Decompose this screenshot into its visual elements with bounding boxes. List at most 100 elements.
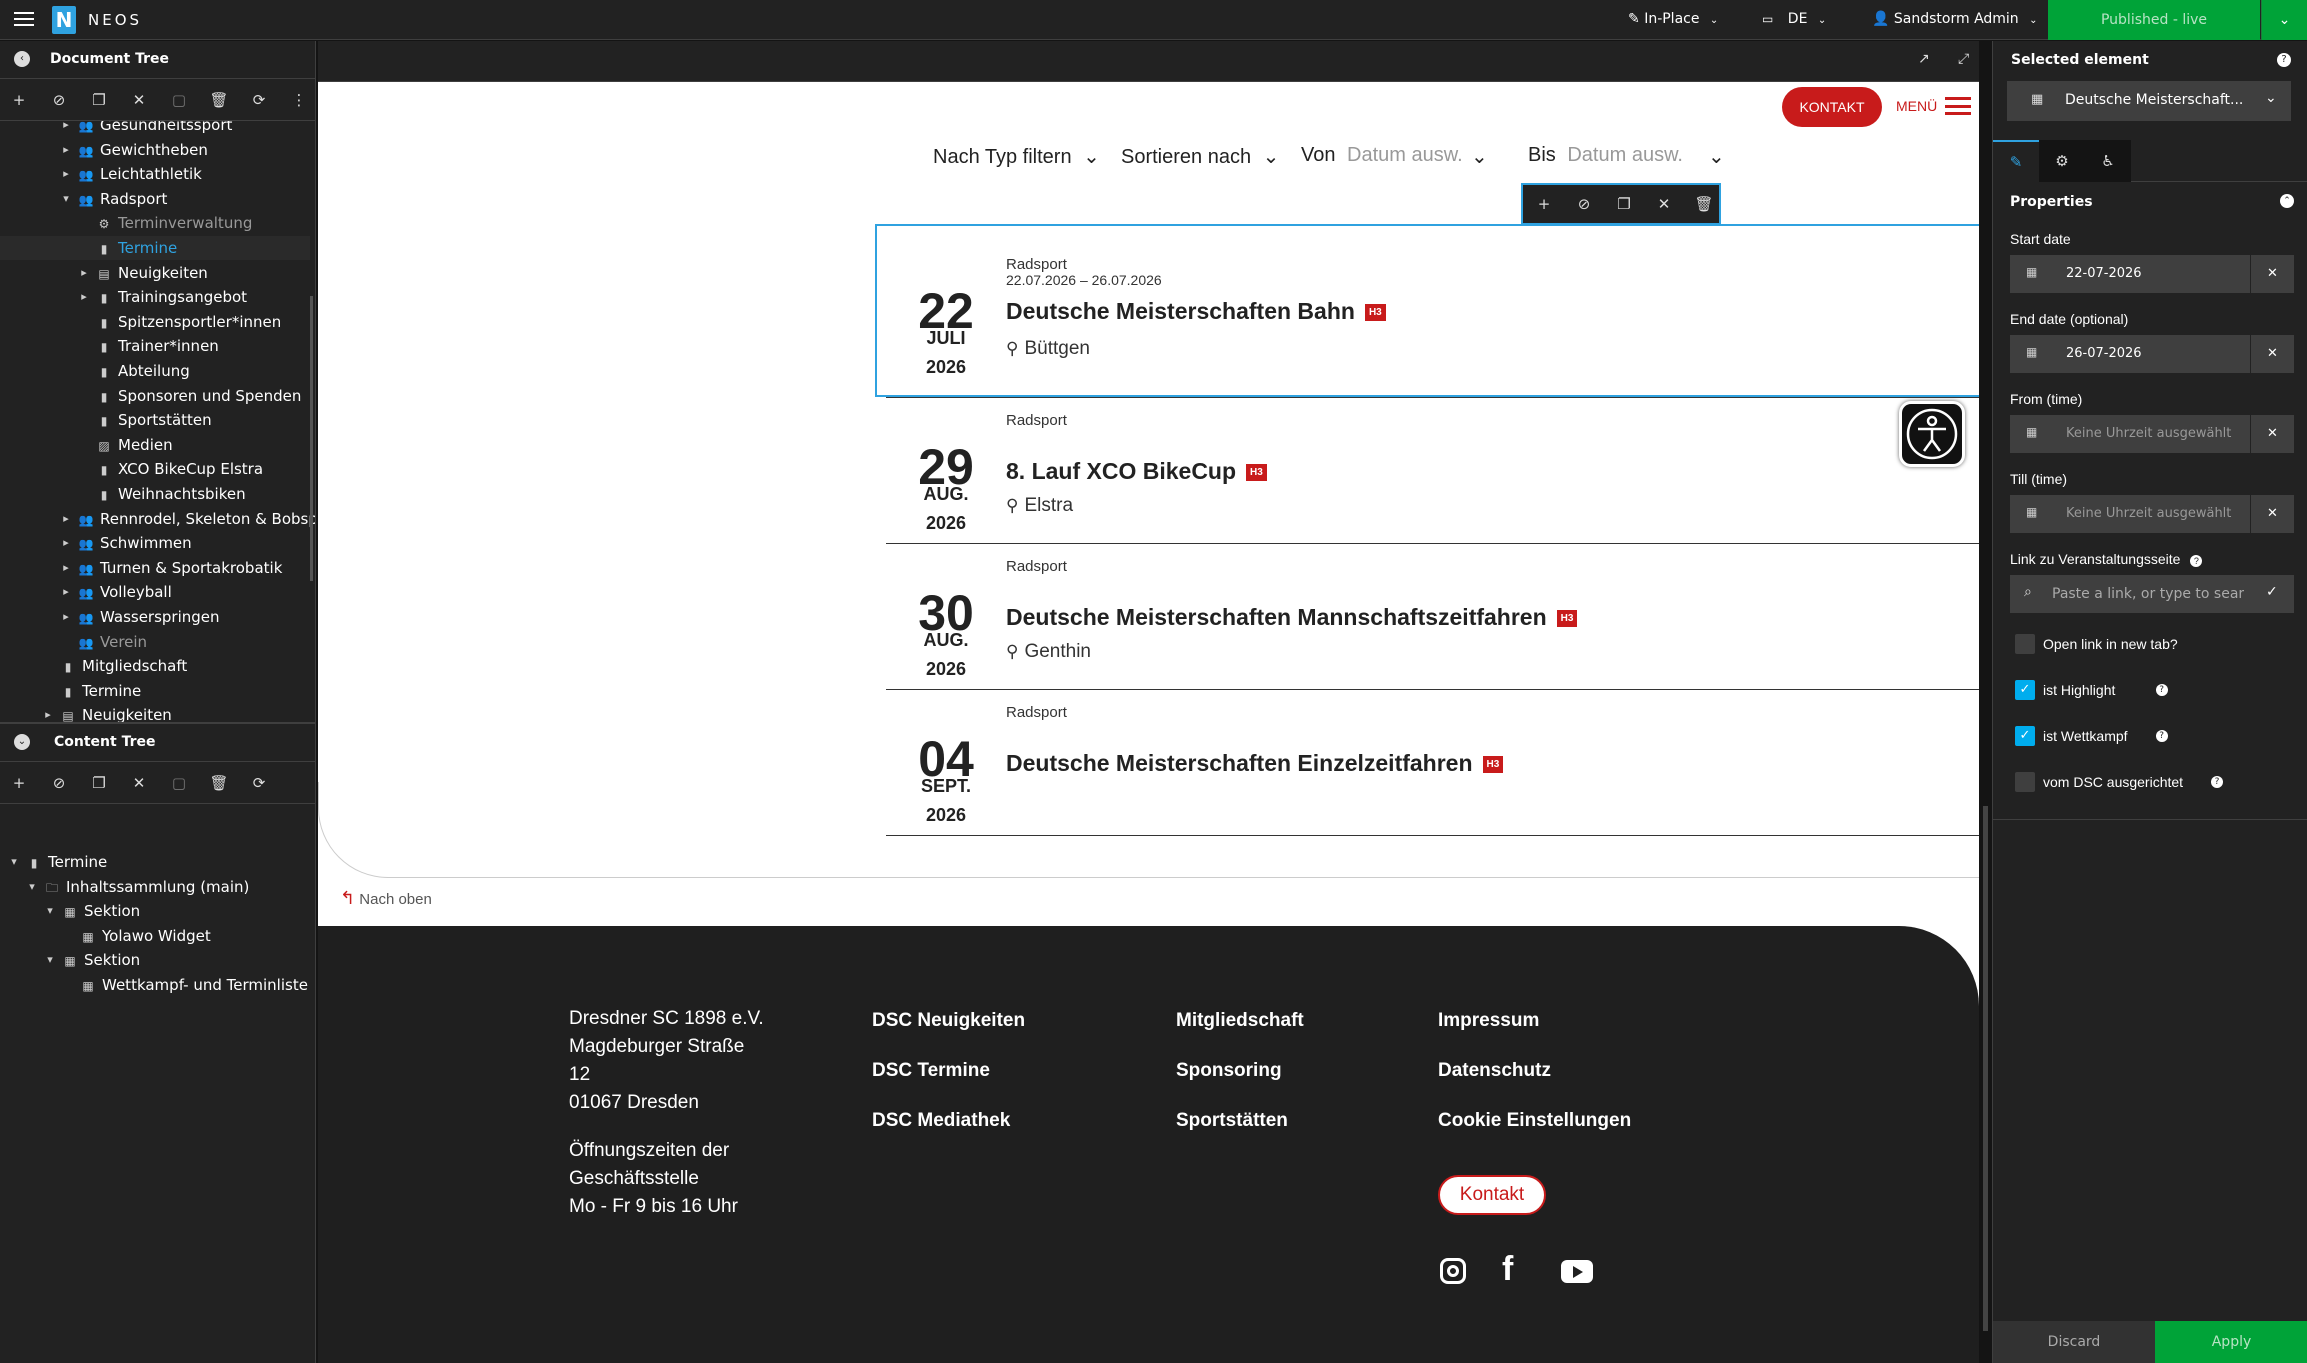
checkbox-row[interactable]: vom DSC ausgerichtet?	[1993, 772, 2307, 794]
help-icon[interactable]: ?	[2155, 684, 2168, 696]
collapse-icon[interactable]: ‹	[14, 51, 30, 67]
sort-dropdown[interactable]: Sortieren nach ⌄	[1121, 144, 1279, 169]
refresh-icon[interactable]: ⟳	[246, 87, 272, 113]
tree-node[interactable]: ▮ Weihnachtsbiken	[96, 482, 246, 506]
tree-node[interactable]: ▸ ▤ Neuigkeiten	[81, 261, 208, 285]
add-icon[interactable]: +	[6, 87, 32, 113]
discard-button[interactable]: Discard	[1993, 1321, 2155, 1363]
caret-down-icon[interactable]: ▾	[26, 875, 38, 899]
collapse-section-icon[interactable]: ⌃	[2280, 194, 2294, 208]
delete-icon[interactable]: 🗑	[206, 770, 232, 796]
document-tree-header[interactable]: ‹ Document Tree	[0, 41, 315, 79]
copy-icon[interactable]: ❐	[86, 87, 112, 113]
footer-link[interactable]: Cookie Einstellungen	[1438, 1110, 1631, 1132]
event-title[interactable]: Deutsche Meisterschaften Einzelzeitfahre…	[1006, 750, 1504, 777]
clear-icon[interactable]: ✕	[2250, 335, 2294, 373]
tree-node[interactable]: ▾ ▦ Sektion	[47, 899, 140, 923]
footer-kontakt-button[interactable]: Kontakt	[1438, 1175, 1546, 1215]
caret-down-icon[interactable]: ▾	[60, 187, 72, 211]
till-time-field[interactable]: ▦ Keine Uhrzeit ausgewählt ✕	[2010, 495, 2294, 533]
caret-right-icon[interactable]: ▸	[60, 580, 72, 604]
accessibility-icon[interactable]	[1899, 401, 1965, 467]
start-date-field[interactable]: ▦ 22-07-2026 ✕	[2010, 255, 2294, 293]
caret-right-icon[interactable]: ▸	[78, 261, 90, 285]
canvas-scrollbar[interactable]	[1979, 41, 1992, 1363]
tree-node[interactable]: ▮ Trainer*innen	[96, 334, 219, 358]
footer-link[interactable]: Impressum	[1438, 1010, 1631, 1032]
caret-right-icon[interactable]: ▸	[60, 531, 72, 555]
footer-link[interactable]: DSC Termine	[872, 1060, 1025, 1082]
hamburger-menu-icon[interactable]	[12, 8, 36, 32]
event-title[interactable]: Deutsche Meisterschaften Mannschaftszeit…	[1006, 604, 1578, 631]
paste-icon[interactable]: ▢	[166, 770, 192, 796]
copy-icon[interactable]: ❐	[1611, 191, 1637, 217]
footer-link[interactable]: Mitgliedschaft	[1176, 1010, 1304, 1032]
footer-link[interactable]: Sportstätten	[1176, 1110, 1304, 1132]
footer-link[interactable]: DSC Mediathek	[872, 1110, 1025, 1132]
caret-down-icon[interactable]: ▾	[44, 948, 56, 972]
more-icon[interactable]: ⋮	[286, 87, 312, 113]
edit-mode-selector[interactable]: ✎ In-Place ⌄	[1628, 11, 1718, 27]
hide-icon[interactable]: ⊘	[46, 87, 72, 113]
apply-button[interactable]: Apply	[2155, 1321, 2307, 1363]
cut-icon[interactable]: ✕	[126, 770, 152, 796]
cut-icon[interactable]: ✕	[126, 87, 152, 113]
dimension-selector[interactable]: ▭ DE ⌄	[1762, 11, 1826, 27]
tree-scrollbar[interactable]	[310, 296, 313, 581]
help-icon[interactable]: ?	[2277, 53, 2291, 67]
tree-node[interactable]: ▮ Sportstätten	[96, 408, 212, 432]
open-external-icon[interactable]: ↗	[1918, 51, 1930, 67]
clear-icon[interactable]: ✕	[2250, 495, 2294, 533]
event-item[interactable]: 22 JULI 2026 Radsport 22.07.2026 – 26.07.202…	[886, 221, 1979, 398]
help-icon[interactable]: ?	[2211, 776, 2223, 788]
help-icon[interactable]: ?	[2190, 555, 2203, 567]
caret-right-icon[interactable]: ▸	[60, 162, 72, 186]
tree-node[interactable]: ▸ 👥 Schwimmen	[63, 531, 191, 555]
caret-right-icon[interactable]: ▸	[60, 556, 72, 580]
hide-icon[interactable]: ⊘	[1571, 191, 1597, 217]
to-date-input[interactable]: Datum ausw.	[1567, 144, 1683, 166]
checkbox-checked[interactable]: ✓	[2015, 680, 2035, 700]
paste-icon[interactable]: ▢	[166, 87, 192, 113]
event-item[interactable]: 30 AUG. 2026 Radsport Deutsche Meisterschaft…	[886, 544, 1979, 690]
tree-node[interactable]: ▮ Spitzensportler*innen	[96, 310, 282, 334]
tree-node[interactable]: ▸ 👥 Wasserspringen	[63, 605, 219, 629]
caret-right-icon[interactable]: ▸	[60, 605, 72, 629]
tree-node[interactable]: ▸ 👥 Volleyball	[63, 580, 172, 604]
fullscreen-icon[interactable]: ⤢	[1958, 51, 1969, 67]
tree-node[interactable]: ▮ XCO BikeCup Elstra	[96, 457, 263, 481]
facebook-icon[interactable]: f	[1502, 1250, 1513, 1289]
youtube-icon[interactable]	[1561, 1260, 1593, 1283]
event-title[interactable]: 8. Lauf XCO BikeCup H3	[1006, 458, 1267, 485]
link-field[interactable]: ⌕ Paste a link, or type to search ✓	[2010, 575, 2294, 613]
tree-node[interactable]: ▸ 👥 Leichtathletik	[63, 162, 202, 186]
tree-node[interactable]: ▾ ▦ Sektion	[47, 948, 140, 972]
refresh-icon[interactable]: ⟳	[246, 770, 272, 796]
tree-node[interactable]: ▸ 👥 Turnen & Sportakrobatik	[63, 556, 282, 580]
caret-down-icon[interactable]: ▾	[44, 899, 56, 923]
end-date-field[interactable]: ▦ 26-07-2026 ✕	[2010, 335, 2294, 373]
caret-right-icon[interactable]: ▸	[60, 138, 72, 162]
delete-icon[interactable]: 🗑	[1691, 191, 1717, 217]
add-icon[interactable]: +	[6, 770, 32, 796]
kontakt-button[interactable]: KONTAKT	[1782, 87, 1882, 127]
link-input[interactable]: Paste a link, or type to search	[2052, 586, 2244, 602]
add-icon[interactable]: +	[1531, 191, 1557, 217]
checkbox-row[interactable]: ✓ ist Wettkampf?	[1993, 726, 2307, 748]
tree-node[interactable]: ▦ Yolawo Widget	[80, 924, 210, 948]
tab-settings[interactable]: ⚙	[2039, 140, 2085, 182]
tree-node[interactable]: ▸ 👥 Rennrodel, Skeleton & Bobsport	[63, 507, 315, 531]
clear-icon[interactable]: ✕	[2250, 415, 2294, 453]
caret-right-icon[interactable]: ▸	[78, 285, 90, 309]
hide-icon[interactable]: ⊘	[46, 770, 72, 796]
tree-node[interactable]: ▮ Termine	[60, 679, 142, 703]
user-menu[interactable]: 👤 Sandstorm Admin ⌄	[1872, 11, 2038, 27]
checkbox[interactable]	[2015, 772, 2035, 792]
tree-node[interactable]: ▾ 👥 Radsport	[63, 187, 167, 211]
tree-node[interactable]: ▸ 👥 Gewichtheben	[63, 138, 208, 162]
tree-node[interactable]: ⚙ Terminverwaltung	[96, 211, 253, 235]
event-item[interactable]: 29 AUG. 2026 Radsport 8. Lauf XCO BikeCup H3 ⚲…	[886, 398, 1979, 544]
tree-node[interactable]: ▨ Medien	[96, 433, 172, 457]
from-time-field[interactable]: ▦ Keine Uhrzeit ausgewählt ✕	[2010, 415, 2294, 453]
tree-node[interactable]: ▾ ▮ Termine	[11, 850, 107, 874]
